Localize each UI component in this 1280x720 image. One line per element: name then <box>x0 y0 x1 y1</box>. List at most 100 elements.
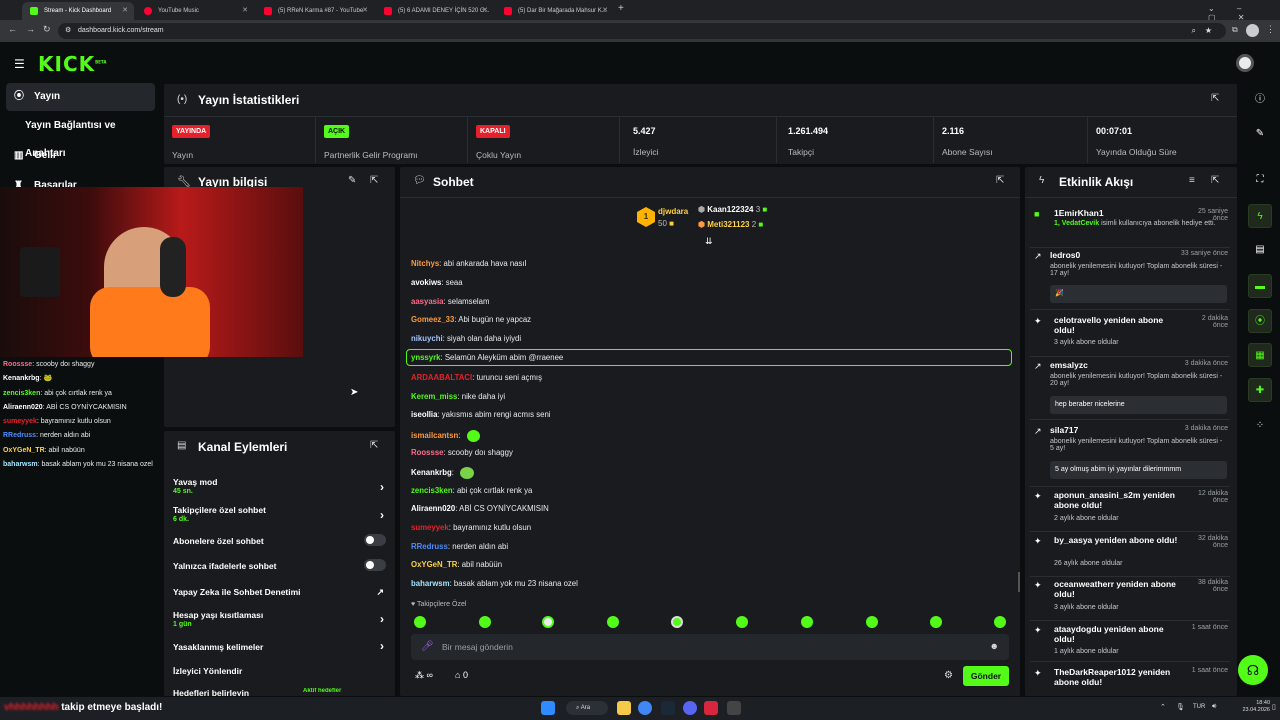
close-icon[interactable]: ✕ <box>122 2 128 20</box>
tray-chevron-icon[interactable]: ⌃ <box>1160 703 1166 711</box>
user-avatar[interactable] <box>1236 54 1254 72</box>
action-emotes-only[interactable]: Yalnızca ifadelerle sohbet <box>173 559 386 571</box>
apps-icon[interactable]: ⁘ <box>1248 414 1272 438</box>
actions-icon[interactable]: ▦ <box>1248 343 1272 367</box>
popout-icon[interactable]: ⇱ <box>1211 175 1219 186</box>
windows-taskbar: ⌕ Ara ⌃ 🎙︎ TUR 🔊︎ 18:40 23.04.2026 ▯ <box>0 697 1280 720</box>
leader-user[interactable]: ⬢ Kaan122324 3 ■ <box>698 205 767 214</box>
action-ai-moderation[interactable]: Yapay Zeka ile Sohbet Denetimi ↗ <box>173 587 386 597</box>
emoji-picker-icon[interactable]: ☻ <box>990 641 999 651</box>
windows-start-icon[interactable] <box>541 701 555 715</box>
popout-icon[interactable]: ⇱ <box>996 175 1004 186</box>
language-indicator[interactable]: TUR <box>1193 704 1205 710</box>
action-account-age[interactable]: Hesap yaşı kısıtlaması 1 gün › <box>173 610 386 628</box>
chat-bubble-icon[interactable]: ▬ <box>1248 274 1272 298</box>
emote-icon[interactable] <box>994 616 1006 628</box>
tab-youtube-music[interactable]: YouTube Music ✕ <box>136 2 254 20</box>
emote-icon[interactable] <box>930 616 942 628</box>
action-followers-only[interactable]: Takipçilere özel sohbet 6 dk. › <box>173 505 386 523</box>
action-subscribers-only[interactable]: Abonelere özel sohbet <box>173 534 386 546</box>
emote-icon[interactable] <box>736 616 748 628</box>
toggle-switch[interactable] <box>364 559 386 571</box>
sidebar-item-stream-key[interactable]: Yayın Bağlantısı ve Anahtarı <box>6 112 155 159</box>
actions-icon: ▤ <box>177 440 187 451</box>
forward-icon[interactable]: → <box>26 24 35 34</box>
sidebar-item-gelir[interactable]: ▥ Gelir <box>6 142 155 170</box>
tab-youtube-1[interactable]: (5) RReN Karma #87 - YouTube ✕ <box>256 2 374 20</box>
notifications-icon[interactable]: ▯ <box>1272 703 1276 711</box>
microphone-icon[interactable]: 🎤︎ <box>421 641 434 652</box>
leader-user[interactable]: djwdara <box>658 207 688 216</box>
bookmark-star-icon[interactable]: ★ <box>1205 23 1212 39</box>
file-explorer-icon[interactable] <box>617 701 631 715</box>
points-icon[interactable]: ⁂ ∞ <box>415 670 433 681</box>
gift-counter[interactable]: ⌂ 0 <box>455 670 468 680</box>
clipboard-icon[interactable]: ▤ <box>1248 238 1272 262</box>
popout-icon[interactable]: ⇱ <box>1211 93 1219 104</box>
kick-logo[interactable]: KICKBETA <box>38 52 106 76</box>
emote-icon[interactable] <box>542 616 554 628</box>
close-icon[interactable]: ✕ <box>242 2 248 20</box>
leader-user[interactable]: ⬢ Meti321123 2 ■ <box>698 220 763 229</box>
profile-avatar[interactable] <box>1246 24 1259 37</box>
fullscreen-icon[interactable]: ⛶ <box>1248 168 1272 192</box>
steam-icon[interactable] <box>661 701 675 715</box>
emote-icon[interactable] <box>479 616 491 628</box>
emote-icon[interactable] <box>866 616 878 628</box>
address-bar[interactable]: ⚙ dashboard.kick.com/stream ⌕ ★ <box>58 23 1226 39</box>
emote-icon[interactable] <box>671 616 683 628</box>
edit-icon[interactable]: ✎ <box>348 175 356 186</box>
expand-icon[interactable]: ⇊ <box>705 236 713 247</box>
lightning-icon[interactable]: ϟ <box>1248 204 1272 228</box>
wrench-icon[interactable]: ✚ <box>1248 378 1272 402</box>
help-headset-icon[interactable]: ☊ <box>1238 655 1268 685</box>
chat-input[interactable]: 🎤︎ Bir mesaj gönderin ☻ <box>411 634 1009 660</box>
app-icon[interactable] <box>704 701 718 715</box>
emote-icon[interactable] <box>414 616 426 628</box>
action-raid[interactable]: İzleyici Yönlendir <box>173 666 386 676</box>
back-icon[interactable]: ← <box>8 24 17 34</box>
action-slow-mode[interactable]: Yavaş mod 45 sn. › <box>173 477 386 495</box>
reload-icon[interactable]: ↻ <box>43 24 51 35</box>
chat-scrollbar[interactable] <box>1018 572 1020 592</box>
toggle-switch[interactable] <box>364 534 386 546</box>
emote-icon[interactable] <box>801 616 813 628</box>
info-icon[interactable]: ⓘ <box>1248 88 1272 112</box>
taskbar-search[interactable]: ⌕ Ara <box>566 701 608 715</box>
close-icon[interactable]: ✕ <box>482 2 488 20</box>
discord-icon[interactable] <box>683 701 697 715</box>
tab-youtube-2[interactable]: (5) 6 ADAMI DENEY İÇİN 520 G... ✕ <box>376 2 494 20</box>
settings-gear-icon[interactable]: ⚙ <box>944 670 953 681</box>
sparkle-icon: ✦ <box>1034 668 1042 678</box>
popout-icon[interactable]: ⇱ <box>370 440 378 451</box>
broadcast-icon[interactable]: ⦿ <box>1248 309 1272 333</box>
site-info-icon[interactable]: ⚙ <box>65 23 71 39</box>
obs-icon[interactable] <box>727 701 741 715</box>
microphone-icon[interactable]: 🎙︎ <box>1176 703 1185 711</box>
activity-item: ✦ aponun_anasini_s2m yeniden abone oldu!… <box>1030 490 1230 532</box>
tab-kick-dashboard[interactable]: Stream - Kick Dashboard ✕ <box>22 2 134 20</box>
zoom-icon[interactable]: ⌕ <box>1192 23 1196 39</box>
tab-youtube-3[interactable]: (5) Dar Bir Mağarada Mahsur K... ✕ <box>496 2 614 20</box>
edit-icon[interactable]: ✎ <box>1248 122 1272 146</box>
rank-icon: ⬢ <box>698 220 705 229</box>
filter-icon[interactable]: ≡ <box>1189 175 1195 186</box>
status-badge: AÇIK <box>324 125 350 138</box>
sidebar-item-yayin[interactable]: ⦿ Yayın <box>6 83 155 111</box>
action-banned-words[interactable]: Yasaklanmış kelimeler › <box>173 639 386 653</box>
send-button[interactable]: Gönder <box>963 666 1009 686</box>
emote-icon[interactable] <box>607 616 619 628</box>
close-icon[interactable]: ✕ <box>362 2 368 20</box>
browser-menu-icon[interactable]: ⋮ <box>1266 24 1275 35</box>
chrome-icon[interactable] <box>638 701 652 715</box>
hamburger-menu-icon[interactable]: ☰ <box>14 57 25 71</box>
new-tab-icon[interactable]: + <box>618 3 624 14</box>
action-goals[interactable]: Hedefleri belirleyin Aktif hedefler <box>173 688 386 696</box>
clock[interactable]: 18:40 23.04.2026 <box>1240 700 1270 714</box>
overlay-chat-line: Aliraenn020: ABİ CS OYNİYCAKMISIN <box>3 403 127 411</box>
extensions-icon[interactable]: ⧉ <box>1232 25 1238 35</box>
resub-icon: ↗ <box>1034 251 1042 261</box>
popout-icon[interactable]: ⇱ <box>370 175 378 186</box>
close-icon[interactable]: ✕ <box>602 2 608 20</box>
network-volume-icon[interactable]: 🔊︎ <box>1212 703 1216 711</box>
